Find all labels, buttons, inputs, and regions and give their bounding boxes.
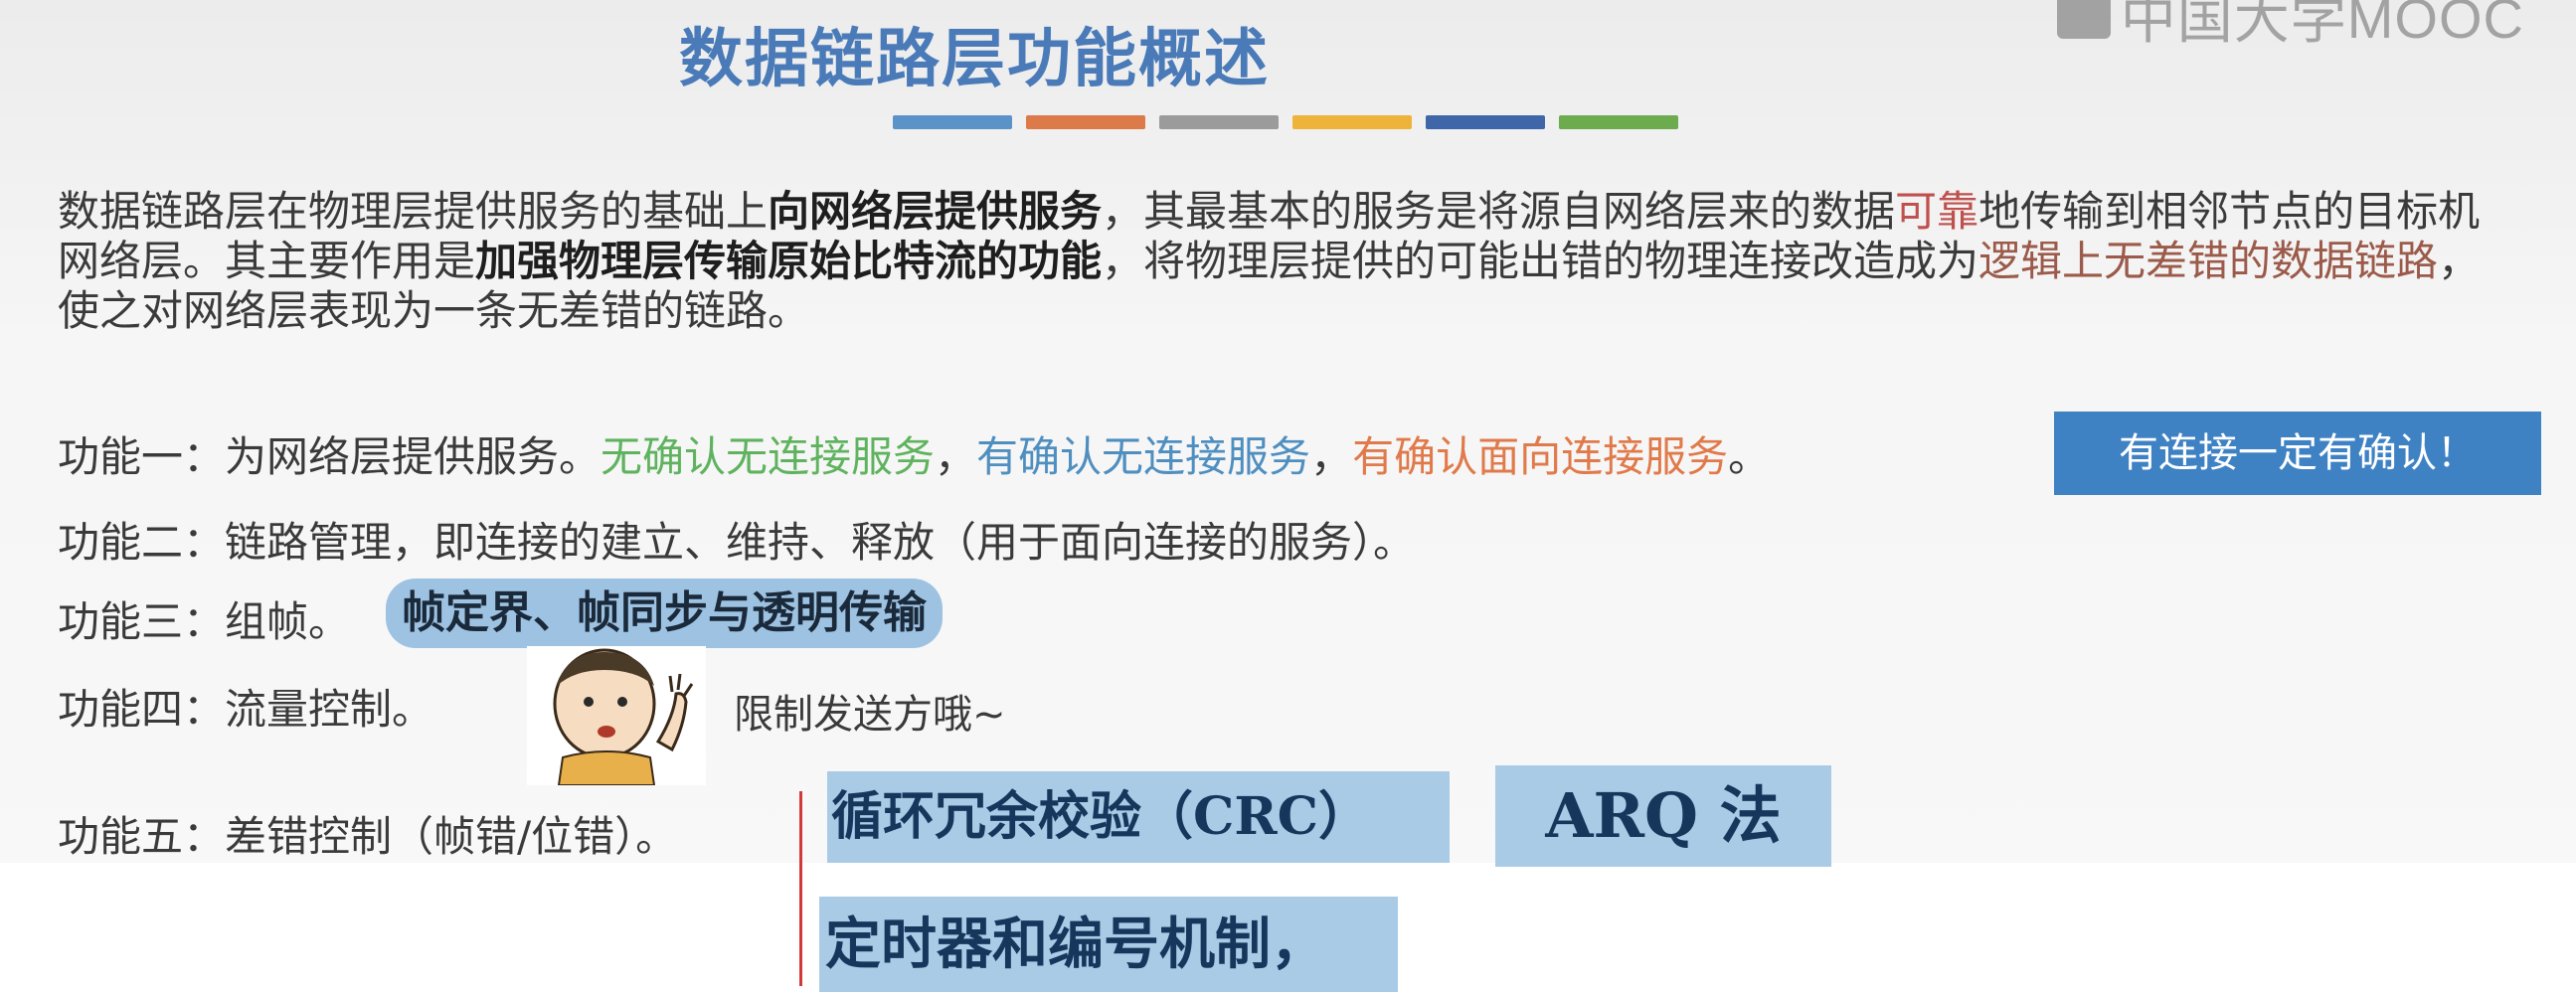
intro-emphasis-1: 向网络层提供服务 (768, 187, 1103, 236)
title-underline-bars (893, 115, 1678, 129)
intro-paragraph: 数据链路层在物理层提供服务的基础上向网络层提供服务，其最基本的服务是将源自网络层… (58, 187, 2481, 335)
framing-highlight: 帧定界、帧同步与透明传输 (386, 579, 943, 648)
intro-emphasis-2: 加强物理层传输原始比特流的功能 (475, 237, 1103, 285)
watermark-text: 中国大学MOOC (2120, 0, 2524, 50)
intro-emphasis-reliable: 可靠 (1895, 187, 1979, 236)
title-bar-4 (1292, 115, 1412, 129)
mooc-watermark: 中国大学MOOC (2056, 0, 2524, 55)
connection-note-box: 有连接一定有确认！ (2054, 412, 2541, 495)
function-5-line: 功能五：差错控制（帧错/位错）。 (58, 812, 678, 861)
crc-highlight: 循环冗余校验（CRC） (827, 771, 1450, 863)
function-2-line: 功能二：链路管理，即连接的建立、维持、释放（用于面向连接的服务）。 (58, 518, 1416, 567)
arq-highlight: ARQ 法 (1495, 765, 1831, 867)
function-3-line: 功能三：组帧。 (58, 597, 351, 646)
function-4-line: 功能四：流量控制。 (58, 685, 434, 734)
service-unack-connectionless: 无确认无连接服务 (601, 432, 936, 481)
cartoon-character-icon (527, 646, 706, 785)
timer-numbering-highlight: 定时器和编号机制， (819, 897, 1398, 992)
title-bar-1 (893, 115, 1012, 129)
title-bar-5 (1426, 115, 1545, 129)
flow-control-aside: 限制发送方哦~ (734, 692, 1006, 738)
mooc-logo-icon (2056, 0, 2111, 39)
intro-emphasis-3: 逻辑上无差错的数据链路 (1978, 237, 2439, 285)
title-bar-6 (1559, 115, 1678, 129)
function-1-line: 功能一：为网络层提供服务。无确认无连接服务，有确认无连接服务，有确认面向连接服务… (58, 432, 1771, 481)
slide-title: 数据链路层功能概述 (679, 23, 1270, 96)
annotation-red-line (799, 791, 802, 986)
service-ack-connectionless: 有确认无连接服务 (976, 432, 1311, 481)
title-bar-3 (1159, 115, 1279, 129)
title-bar-2 (1026, 115, 1145, 129)
service-ack-connection-oriented: 有确认面向连接服务 (1352, 432, 1729, 481)
